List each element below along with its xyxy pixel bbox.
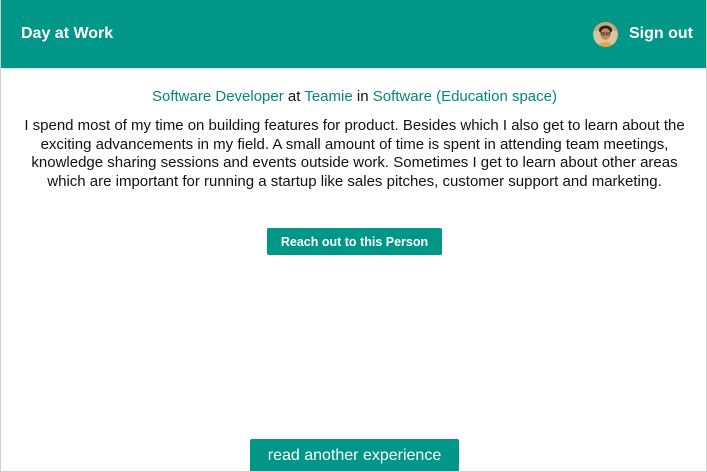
brand-title[interactable]: Day at Work: [21, 24, 113, 44]
experience-description: I spend most of my time on building feat…: [24, 117, 685, 190]
role-link[interactable]: Software Developer: [152, 88, 284, 105]
company-link[interactable]: Teamie: [304, 88, 352, 105]
at-connector: at: [287, 88, 301, 105]
industry-link[interactable]: Software (Education space): [373, 88, 557, 105]
top-app-bar: Day at Work Sign out: [1, 0, 706, 68]
in-connector: in: [356, 88, 369, 105]
page: Day at Work Sign out Software Developer …: [0, 0, 707, 472]
reach-out-button[interactable]: Reach out to this Person: [267, 228, 442, 255]
sign-out-link[interactable]: Sign out: [629, 24, 693, 44]
user-avatar-icon[interactable]: [593, 22, 618, 47]
read-another-experience-button[interactable]: read another experience: [250, 439, 459, 471]
role-company-line: Software Developer at Teamie in Software…: [1, 88, 706, 106]
avatar-photo-icon: [593, 22, 618, 47]
